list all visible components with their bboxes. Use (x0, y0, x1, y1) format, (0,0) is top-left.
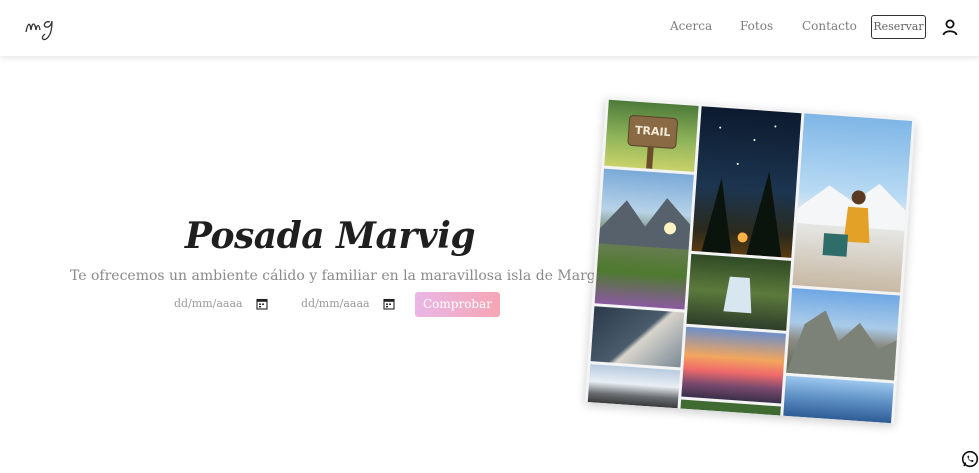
night-forest-photo (691, 106, 802, 258)
blue-mountains-photo (783, 375, 894, 424)
check-in-date-placeholder: dd/mm/aaaa (174, 297, 243, 310)
trail-sign-label: TRAIL (635, 124, 671, 139)
nav-link-fotos[interactable]: Fotos (740, 19, 773, 33)
hiker-mountain-photo (792, 113, 913, 293)
whatsapp-icon[interactable] (961, 450, 979, 468)
user-icon[interactable] (941, 18, 959, 36)
photo-collage: TRAIL (584, 97, 916, 424)
hero-subtitle: Te ofrecemos un ambiente cálido y famili… (70, 268, 630, 284)
check-in-date-input[interactable]: dd/mm/aaaa (174, 296, 274, 314)
check-availability-button[interactable]: Comprobar (415, 292, 500, 317)
logo[interactable] (24, 12, 56, 42)
waterfall-photo (686, 253, 792, 331)
page-title: Posada Marvig (184, 215, 476, 257)
reserve-button[interactable]: Reservar (871, 15, 926, 39)
sunset-mountains-photo (681, 326, 786, 404)
calendar-icon[interactable] (383, 298, 395, 310)
cliff-valley-photo (786, 288, 900, 381)
calendar-icon[interactable] (256, 298, 268, 310)
nav-link-acerca[interactable]: Acerca (670, 19, 712, 33)
mountain-meadow-photo (594, 168, 694, 310)
check-out-date-input[interactable]: dd/mm/aaaa (301, 296, 401, 314)
navbar: Acerca Fotos Contacto Reservar (0, 0, 979, 56)
cooking-photo (590, 306, 685, 368)
nav-link-contacto[interactable]: Contacto (802, 19, 857, 33)
trail-sign-photo: TRAIL (604, 99, 699, 172)
check-out-date-placeholder: dd/mm/aaaa (301, 297, 370, 310)
snowy-peaks-photo (587, 364, 681, 409)
